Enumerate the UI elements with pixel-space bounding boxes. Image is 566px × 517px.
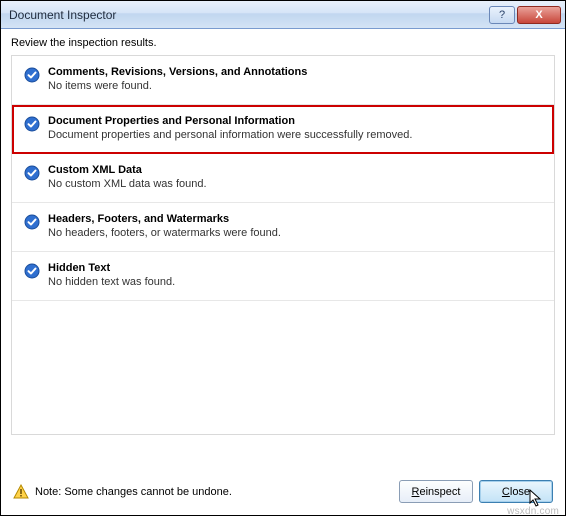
close-window-button[interactable]: X [517,6,561,24]
reinspect-button[interactable]: Reinspect [399,480,473,503]
checkmark-icon [24,263,40,279]
results-list: Comments, Revisions, Versions, and Annot… [11,55,555,435]
result-description: No hidden text was found. [48,276,542,288]
checkmark-icon [24,116,40,132]
watermark-text: wsxdn.com [507,506,559,517]
instruction-text: Review the inspection results. [1,29,565,55]
footer-note: Note: Some changes cannot be undone. [35,486,393,498]
result-title: Hidden Text [48,262,542,274]
result-item: Document Properties and Personal Informa… [12,105,554,154]
dialog-footer: Note: Some changes cannot be undone. Rei… [1,470,565,515]
help-button[interactable]: ? [489,6,515,24]
titlebar: Document Inspector ? X [1,1,565,29]
result-body: Custom XML Data No custom XML data was fo… [48,164,542,190]
checkmark-icon [24,165,40,181]
checkmark-icon [24,67,40,83]
result-description: No headers, footers, or watermarks were … [48,227,542,239]
result-description: Document properties and personal informa… [48,129,542,141]
result-title: Headers, Footers, and Watermarks [48,213,542,225]
warning-icon [13,484,29,500]
result-item: Comments, Revisions, Versions, and Annot… [12,56,554,105]
result-body: Headers, Footers, and Watermarks No heade… [48,213,542,239]
result-title: Comments, Revisions, Versions, and Annot… [48,66,542,78]
result-item: Hidden Text No hidden text was found. [12,252,554,301]
result-body: Comments, Revisions, Versions, and Annot… [48,66,542,92]
result-description: No items were found. [48,80,542,92]
checkmark-icon [24,214,40,230]
result-description: No custom XML data was found. [48,178,542,190]
result-item: Custom XML Data No custom XML data was fo… [12,154,554,203]
result-title: Document Properties and Personal Informa… [48,115,542,127]
result-body: Hidden Text No hidden text was found. [48,262,542,288]
result-item: Headers, Footers, and Watermarks No heade… [12,203,554,252]
close-button[interactable]: Close [479,480,553,503]
window-title: Document Inspector [9,8,487,22]
document-inspector-dialog: Document Inspector ? X Review the inspec… [0,0,566,516]
result-body: Document Properties and Personal Informa… [48,115,542,141]
result-title: Custom XML Data [48,164,542,176]
